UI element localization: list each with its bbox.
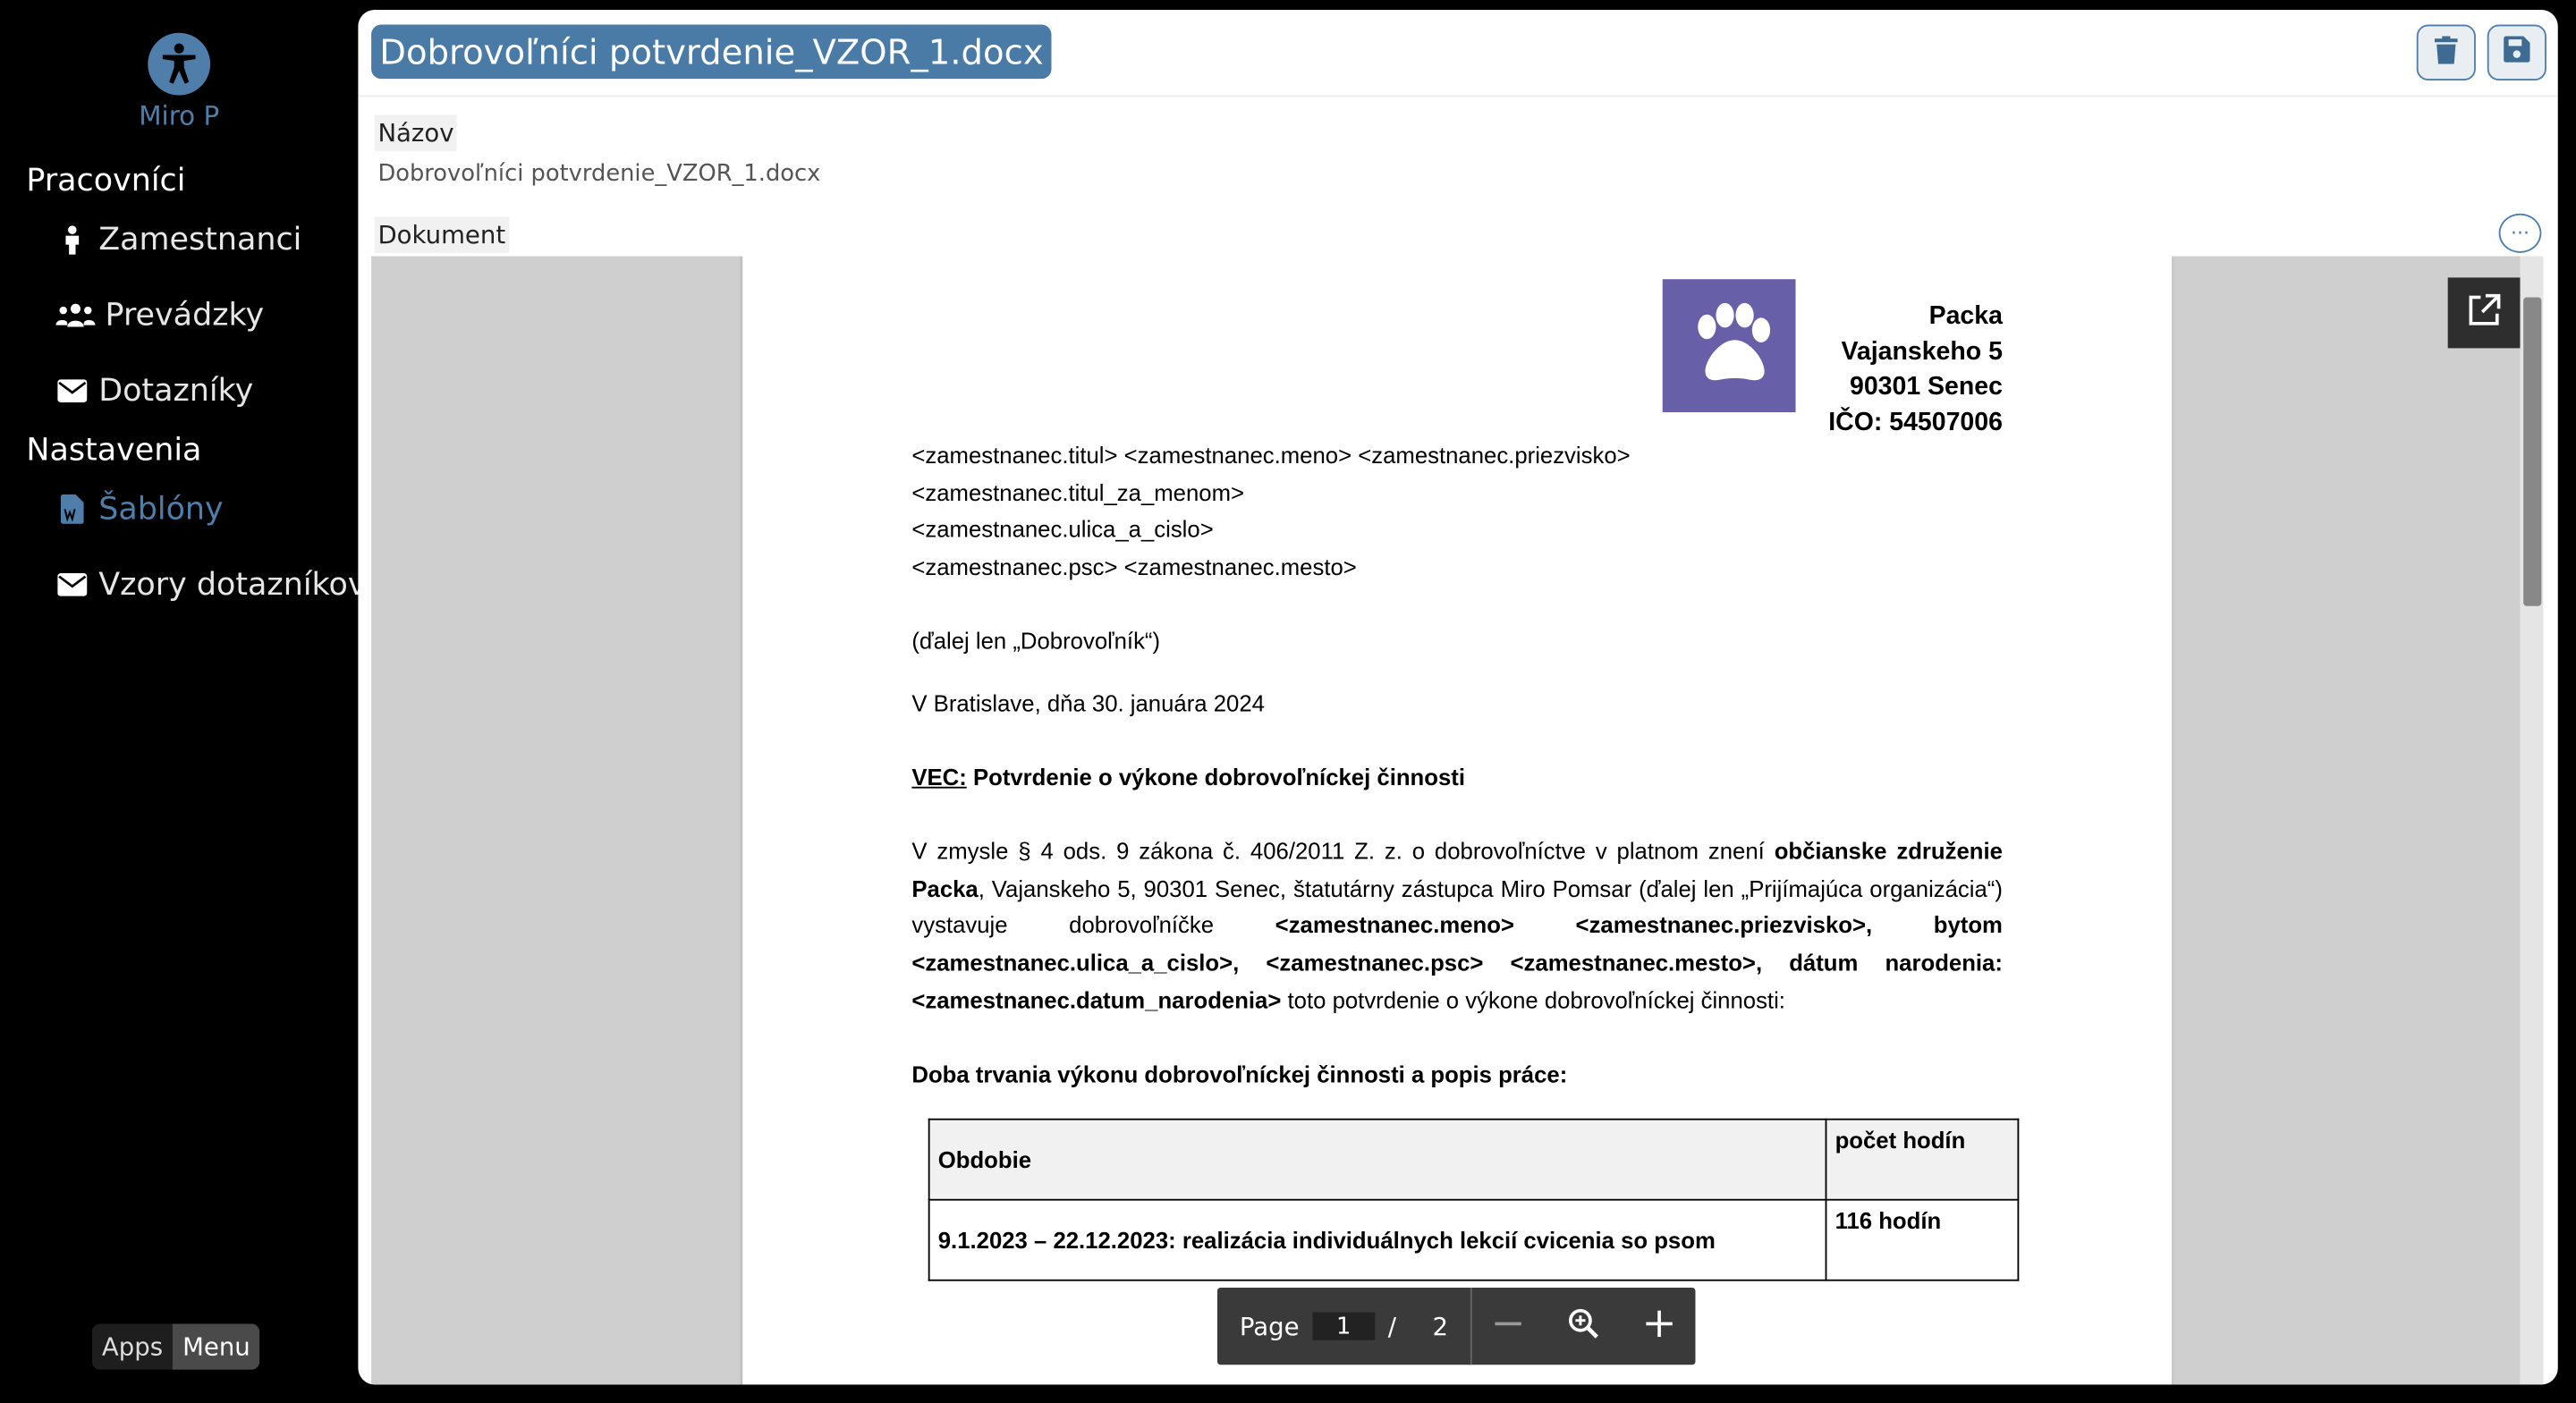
- company-ico: IČO: 54507006: [1828, 408, 2003, 436]
- menu-button[interactable]: Menu: [173, 1323, 260, 1370]
- section-nastavenia: Nastavenia: [26, 432, 202, 469]
- table-header: Obdobie: [928, 1118, 1827, 1201]
- subject-text: Potvrdenie o výkone dobrovoľníckej činno…: [966, 764, 1465, 790]
- body-text: V zmysle § 4 ods. 9 zákona č. 406/2011 Z…: [911, 837, 1775, 865]
- document-page: Packa Vajanskeho 5 90301 Senec IČO: 5450…: [742, 256, 2173, 1385]
- address-line: <zamestnanec.titul_za_menom>: [911, 478, 1245, 505]
- name-label: Názov: [374, 114, 458, 151]
- more-options-button[interactable]: ···: [2498, 213, 2542, 253]
- name-field: Názov Dobrovoľníci potvrdenie_VZOR_1.doc…: [371, 108, 1446, 194]
- zoom-controls: [1472, 1306, 1696, 1346]
- nav-prevadzky[interactable]: Prevádzky: [55, 292, 264, 338]
- hereafter-line: (ďalej len „Dobrovoľník“): [911, 627, 1161, 655]
- apps-menu-toggle: Apps Menu: [91, 1323, 260, 1370]
- page-indicator: Page 1 / 2: [1217, 1287, 1472, 1365]
- document-viewer[interactable]: Packa Vajanskeho 5 90301 Senec IČO: 5450…: [371, 256, 2544, 1385]
- person-icon: [55, 224, 89, 257]
- company-address: Packa Vajanskeho 5 90301 Senec IČO: 5450…: [1828, 299, 2003, 440]
- sidebar: Miro P Pracovníci Zamestnanci Prevádzky …: [0, 0, 367, 1403]
- table-header: počet hodín: [1825, 1118, 2020, 1201]
- nav-label: Zamestnanci: [98, 221, 302, 258]
- nav-zamestnanci[interactable]: Zamestnanci: [55, 216, 301, 262]
- paw-logo: [1662, 279, 1796, 413]
- address-line: <zamestnanec.psc> <zamestnanec.mesto>: [911, 553, 1357, 579]
- table-cell: 9.1.2023 – 22.12.2023: realizácia indivi…: [928, 1198, 1827, 1281]
- save-button[interactable]: [2487, 24, 2546, 80]
- nav-label: Šablóny: [98, 491, 224, 528]
- external-link-icon: [2468, 292, 2501, 333]
- subject-prefix: VEC:: [911, 764, 967, 790]
- nav-label: Vzory dotazníkov: [98, 566, 367, 604]
- nav-label: Dotazníky: [98, 372, 254, 410]
- apps-button[interactable]: Apps: [91, 1323, 174, 1370]
- company-name: Packa: [1928, 301, 2003, 331]
- open-external-button[interactable]: [2447, 277, 2521, 349]
- page-number-input[interactable]: 1: [1312, 1312, 1376, 1340]
- page-toolbar: Page 1 / 2: [1216, 1287, 1696, 1365]
- zoom-in-icon[interactable]: [1644, 1308, 1674, 1344]
- zoom-out-icon[interactable]: [1494, 1308, 1523, 1344]
- document-label: Dokument: [374, 216, 509, 253]
- company-city: 90301 Senec: [1849, 372, 2003, 401]
- viewer-scrollbar[interactable]: [2520, 256, 2544, 1385]
- recipient-address: <zamestnanec.titul> <zamestnanec.meno> <…: [911, 437, 1630, 585]
- page-title: Dobrovoľníci potvrdenie_VZOR_1.docx: [371, 24, 1052, 80]
- page-separator: /: [1387, 1311, 1397, 1341]
- header-bar: Dobrovoľníci potvrdenie_VZOR_1.docx: [358, 10, 2558, 97]
- accessibility-avatar-icon[interactable]: [148, 32, 211, 96]
- duration-heading: Doba trvania výkonu dobrovoľníckej činno…: [911, 1061, 1568, 1087]
- table-cell: 116 hodín: [1825, 1198, 2020, 1281]
- save-icon: [2504, 36, 2530, 69]
- table-row: 9.1.2023 – 22.12.2023: realizácia indivi…: [928, 1198, 2020, 1281]
- page-total: 2: [1432, 1311, 1448, 1341]
- word-file-icon: [55, 493, 89, 526]
- name-input[interactable]: Dobrovoľníci potvrdenie_VZOR_1.docx: [377, 161, 820, 187]
- body-paragraph: V zmysle § 4 ods. 9 zákona č. 406/2011 Z…: [911, 833, 2003, 1018]
- work-table: Obdobie počet hodín 9.1.2023 – 22.12.202…: [928, 1118, 2020, 1281]
- address-line: <zamestnanec.titul> <zamestnanec.meno> <…: [911, 442, 1631, 469]
- date-line: V Bratislave, dňa 30. januára 2024: [911, 689, 1265, 716]
- main-panel: Dobrovoľníci potvrdenie_VZOR_1.docx Názo…: [358, 10, 2558, 1385]
- envelope-icon: [55, 568, 89, 601]
- nav-vzory-dotaznikov[interactable]: Vzory dotazníkov: [55, 562, 367, 607]
- delete-button[interactable]: [2416, 24, 2476, 80]
- body-text: toto potvrdenie o výkone dobrovoľníckej …: [1281, 986, 1785, 1013]
- nav-sablony[interactable]: Šablóny: [55, 486, 224, 532]
- zoom-icon[interactable]: [1567, 1306, 1600, 1346]
- address-line: <zamestnanec.ulica_a_cislo>: [911, 515, 1214, 543]
- nav-dotazniky[interactable]: Dotazníky: [55, 368, 253, 413]
- scrollbar-thumb[interactable]: [2523, 297, 2542, 606]
- subject-line: VEC: Potvrdenie o výkone dobrovoľníckej …: [911, 759, 1465, 796]
- ellipsis-icon: ···: [2510, 221, 2530, 245]
- nav-label: Prevádzky: [105, 297, 265, 334]
- table-header-row: Obdobie počet hodín: [928, 1118, 2020, 1201]
- section-pracovnici: Pracovníci: [26, 162, 186, 199]
- envelope-icon: [55, 375, 89, 408]
- page-label: Page: [1239, 1311, 1300, 1341]
- company-street: Vajanskeho 5: [1841, 337, 2003, 366]
- users-icon: [55, 299, 96, 332]
- user-name[interactable]: Miro P: [0, 100, 358, 131]
- trash-icon: [2434, 35, 2458, 70]
